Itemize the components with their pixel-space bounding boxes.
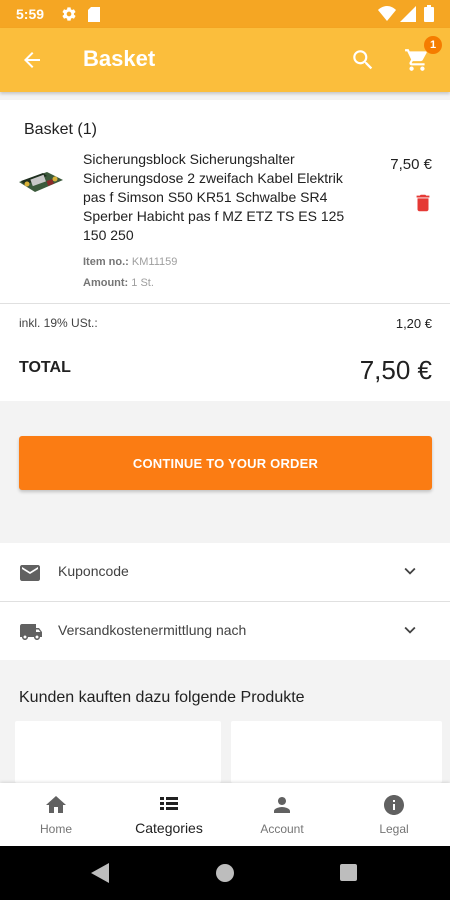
- item-number-row: Item no.: KM11159: [83, 256, 177, 268]
- nav-label-legal: Legal: [379, 822, 409, 836]
- delete-trash-icon[interactable]: [412, 191, 434, 220]
- nav-label-categories: Categories: [135, 820, 203, 836]
- sd-card-icon: [88, 7, 100, 27]
- tax-value: 1,20 €: [395, 316, 432, 331]
- amount-label: Amount:: [83, 277, 129, 289]
- settings-gear-icon: [61, 6, 77, 27]
- chevron-down-icon: [399, 619, 421, 646]
- shipping-cost-label: Versandkostenermittlung nach: [58, 622, 247, 638]
- account-icon: [274, 797, 290, 813]
- amount-row: Amount: 1 St.: [83, 277, 154, 289]
- app-bar: Basket 1: [0, 28, 450, 92]
- tax-label: inkl. 19% USt.:: [19, 316, 98, 330]
- cart-count-badge: 1: [424, 36, 442, 54]
- continue-to-order-button[interactable]: CONTINUE TO YOUR ORDER: [19, 436, 432, 490]
- nav-label-account: Account: [260, 822, 304, 836]
- signal-icon: [400, 6, 416, 27]
- product-price: 7,50 €: [390, 156, 432, 173]
- related-products-title: Kunden kauften dazu folgende Produkte: [19, 689, 305, 706]
- page-title: Basket: [83, 46, 156, 71]
- coupon-code-label: Kuponcode: [58, 563, 129, 579]
- nav-item-account[interactable]: Account: [226, 783, 338, 846]
- info-icon: [384, 795, 404, 815]
- product-name[interactable]: Sicherungsblock Sicherungshalter Sicheru…: [83, 150, 358, 245]
- nav-item-home[interactable]: Home: [0, 783, 112, 846]
- coupon-code-accordion[interactable]: Kuponcode: [0, 543, 450, 601]
- total-value: 7,50 €: [359, 355, 432, 385]
- system-home-icon[interactable]: [216, 864, 234, 887]
- basket-heading: Basket (1): [24, 121, 97, 138]
- home-icon: [46, 796, 66, 813]
- system-recents-icon[interactable]: [340, 864, 357, 886]
- status-time: 5:59: [16, 6, 45, 22]
- system-navigation-bar: [0, 846, 450, 900]
- battery-icon: [424, 5, 434, 27]
- related-product-card[interactable]: [15, 721, 221, 783]
- shipping-cost-accordion[interactable]: Versandkostenermittlung nach: [0, 602, 450, 660]
- chevron-down-icon: [399, 560, 421, 587]
- nav-item-legal[interactable]: Legal: [338, 783, 450, 846]
- truck-icon: [18, 620, 44, 649]
- related-product-card[interactable]: [231, 721, 442, 783]
- total-label: TOTAL: [19, 359, 71, 376]
- divider: [0, 303, 450, 304]
- search-icon[interactable]: [350, 47, 376, 78]
- related-products-section: Kunden kauften dazu folgende Produkte: [0, 663, 450, 783]
- nav-label-home: Home: [39, 822, 72, 836]
- system-back-icon[interactable]: [91, 863, 109, 888]
- basket-card: Basket (1) Sicherungsblock Sicherungshal…: [0, 100, 450, 401]
- back-arrow-icon[interactable]: [20, 48, 44, 77]
- mail-icon: [18, 561, 42, 590]
- wifi-icon: [378, 6, 396, 26]
- amount-value: 1 St.: [131, 277, 154, 289]
- nav-item-categories[interactable]: Categories: [113, 783, 225, 846]
- product-image[interactable]: [17, 164, 67, 201]
- status-bar: 5:59: [0, 0, 450, 28]
- list-icon: [160, 797, 178, 810]
- item-number-label: Item no.:: [83, 256, 129, 268]
- item-number-value: KM11159: [131, 256, 178, 268]
- bottom-navigation: Home Categories Account Legal: [0, 783, 450, 846]
